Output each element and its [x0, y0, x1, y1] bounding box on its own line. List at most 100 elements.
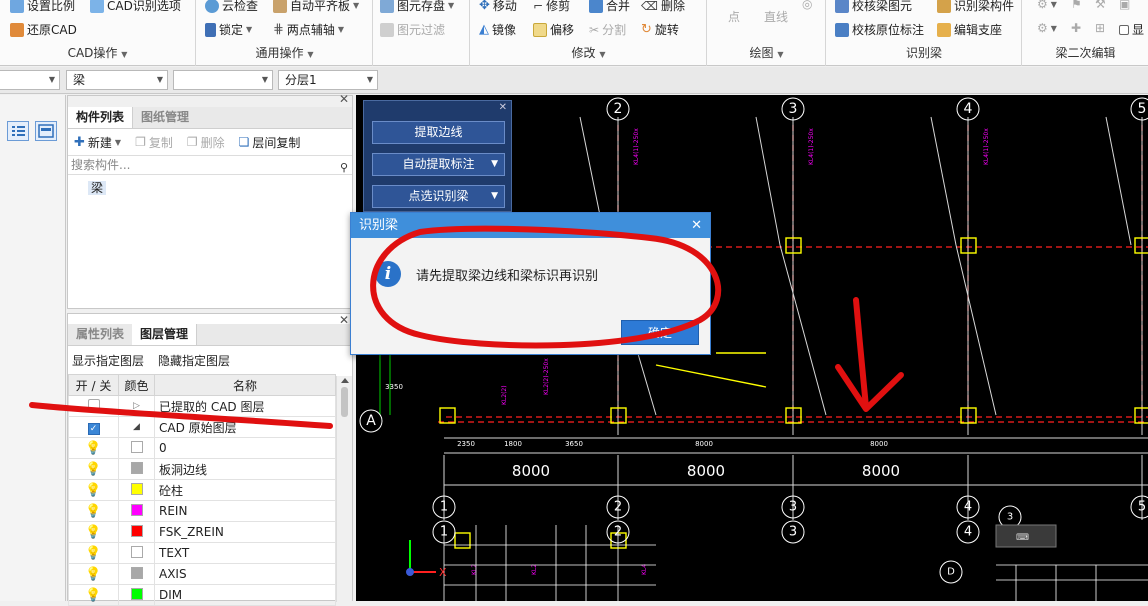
line-button[interactable]: 直线 — [764, 8, 788, 25]
close-icon[interactable]: ✕ — [339, 313, 349, 327]
copy-component-button[interactable]: ❐ 复制 — [135, 134, 173, 151]
layer-row[interactable]: 💡 DIM — [68, 584, 336, 606]
mirror-button[interactable]: ◭ 镜像 — [479, 21, 516, 38]
component-name-combo[interactable]: ▼ — [173, 70, 273, 90]
group-title-draw[interactable]: 绘图 ▼ — [708, 44, 825, 61]
collapse-icon[interactable]: ◢ — [118, 416, 155, 438]
edit-support-button[interactable]: 编辑支座 — [937, 21, 1002, 38]
layer-color-swatch[interactable] — [130, 503, 143, 516]
floor-combo[interactable]: ▼ — [0, 70, 60, 90]
copy-between-floors-button[interactable]: ❏ 层间复制 — [239, 134, 301, 151]
layer-color-swatch[interactable] — [130, 566, 143, 579]
draw-extra-icon[interactable]: ◎ — [802, 0, 812, 11]
auto-level-slab-button[interactable]: 自动平齐板 ▼ — [273, 0, 359, 14]
lightbulb-icon[interactable]: 💡 — [85, 588, 101, 603]
close-icon[interactable]: ✕ — [339, 92, 349, 106]
lightbulb-icon[interactable]: 💡 — [85, 567, 101, 582]
layer-color-swatch[interactable] — [130, 482, 143, 495]
check-beam-element-button[interactable]: 校核梁图元 — [835, 0, 912, 14]
layer-row[interactable]: 💡 板洞边线 — [68, 458, 336, 480]
tab-properties[interactable]: 属性列表 — [68, 324, 132, 345]
two-point-axis-button[interactable]: ⋕ 两点辅轴 ▼ — [273, 21, 344, 38]
beam-tool-7-icon[interactable]: ⊞ — [1095, 21, 1105, 35]
group-title-general[interactable]: 通用操作 ▼ — [197, 44, 372, 61]
tab-component-list[interactable]: 构件列表 — [68, 107, 134, 128]
beam-tool-6-icon[interactable]: ✚ — [1071, 21, 1081, 35]
lightbulb-icon[interactable]: 💡 — [85, 504, 101, 519]
rotate-button[interactable]: ↻ 旋转 — [641, 21, 679, 38]
chevron-down-icon[interactable]: ▼ — [115, 138, 121, 147]
delete-component-button[interactable]: ❐ 删除 — [187, 134, 225, 151]
tab-layer-management[interactable]: 图层管理 — [132, 324, 198, 345]
chevron-down-icon[interactable]: ▼ — [246, 25, 252, 34]
ok-button[interactable]: 确定 — [621, 320, 699, 345]
element-save-button[interactable]: 图元存盘 ▼ — [380, 0, 454, 14]
layer-group-row[interactable]: ▷ 已提取的 CAD 图层 — [68, 395, 336, 417]
layer-row[interactable]: 💡 TEXT — [68, 542, 336, 564]
tab-drawing-management[interactable]: 图纸管理 — [133, 107, 197, 128]
lightbulb-icon[interactable]: 💡 — [85, 546, 101, 561]
beam-tool-4-icon[interactable]: ▣ — [1119, 0, 1130, 11]
identify-beam-component-button[interactable]: 识别梁构件 — [937, 0, 1014, 14]
layer-color-swatch[interactable] — [130, 545, 143, 558]
checkbox-checked-icon[interactable]: ✓ — [87, 422, 100, 435]
split-button[interactable]: ✂ 分割 — [589, 21, 626, 38]
layer-row[interactable]: 💡 0 — [68, 437, 336, 459]
layer-combo[interactable]: 分层1 ▼ — [278, 70, 378, 90]
chevron-down-icon[interactable]: ▼ — [491, 186, 498, 207]
check-original-label-button[interactable]: 校核原位标注 — [835, 21, 924, 38]
lock-button[interactable]: 锁定 ▼ — [205, 21, 252, 38]
show-button[interactable]: 显 — [1119, 21, 1144, 38]
hide-layer-button[interactable]: 隐藏指定图层 — [158, 352, 230, 369]
expand-icon[interactable]: ▷ — [118, 395, 155, 417]
lightbulb-icon[interactable]: 💡 — [85, 483, 101, 498]
group-title-cad[interactable]: CAD操作 ▼ — [0, 44, 195, 61]
set-scale-button[interactable]: 设置比例 — [10, 0, 75, 14]
layer-scrollbar[interactable] — [336, 376, 352, 602]
cloud-check-button[interactable]: 云检查 — [205, 0, 258, 14]
lightbulb-icon[interactable]: 💡 — [85, 441, 101, 456]
close-icon[interactable]: ✕ — [691, 213, 702, 238]
element-filter-button[interactable]: 图元过滤 — [380, 21, 445, 38]
lightbulb-icon[interactable]: 💡 — [85, 462, 101, 477]
close-icon[interactable]: ✕ — [499, 102, 507, 113]
beam-tool-5-icon[interactable]: ⚙ ▼ — [1037, 21, 1057, 35]
chevron-down-icon[interactable]: ▼ — [338, 25, 344, 34]
cad-identify-options-button[interactable]: CAD识别选项 — [90, 0, 181, 14]
move-button[interactable]: ✥ 移动 — [479, 0, 517, 14]
search-icon[interactable]: ⚲ — [340, 158, 348, 177]
merge-button[interactable]: 合并 — [589, 0, 630, 14]
layer-group-checkbox[interactable] — [87, 398, 100, 411]
chevron-down-icon[interactable]: ▼ — [353, 1, 359, 10]
layer-color-swatch[interactable] — [130, 440, 143, 453]
delete-button[interactable]: ⌫ 删除 — [641, 0, 685, 14]
point-button[interactable]: 点 — [728, 8, 740, 25]
beam-tool-3-icon[interactable]: ⚒ — [1095, 0, 1106, 11]
extract-edge-button[interactable]: 提取边线 — [372, 121, 505, 144]
offset-button[interactable]: 偏移 — [533, 21, 574, 38]
layer-color-swatch[interactable] — [130, 587, 143, 600]
group-title-modify[interactable]: 修改 ▼ — [471, 44, 706, 61]
layer-row[interactable]: 💡 REIN — [68, 500, 336, 522]
list-view-icon[interactable] — [7, 121, 29, 141]
layer-group-row[interactable]: ✓ ◢ CAD 原始图层 — [68, 416, 336, 438]
trim-button[interactable]: ⌐ 修剪 — [533, 0, 570, 14]
new-component-button[interactable]: ✚ 新建 ▼ — [74, 134, 121, 151]
layer-row[interactable]: 💡 FSK_ZREIN — [68, 521, 336, 543]
beam-tool-1-icon[interactable]: ⚙ ▼ — [1037, 0, 1057, 11]
layer-row[interactable]: 💡 AXIS — [68, 563, 336, 585]
point-identify-beam-button[interactable]: 点选识别梁 ▼ — [372, 185, 505, 208]
lightbulb-icon[interactable]: 💡 — [85, 525, 101, 540]
layer-color-swatch[interactable] — [130, 461, 143, 474]
auto-extract-label-button[interactable]: 自动提取标注 ▼ — [372, 153, 505, 176]
component-type-combo[interactable]: 梁 ▼ — [66, 70, 168, 90]
chevron-down-icon[interactable]: ▼ — [491, 154, 498, 175]
restore-cad-button[interactable]: 还原CAD — [10, 21, 77, 38]
show-layer-button[interactable]: 显示指定图层 — [72, 352, 144, 369]
chevron-down-icon[interactable]: ▼ — [448, 1, 454, 10]
layer-row[interactable]: 💡 砼柱 — [68, 479, 336, 501]
component-search-input[interactable]: 搜索构件... ⚲ — [68, 155, 352, 175]
beam-tool-2-icon[interactable]: ⚑ — [1071, 0, 1082, 11]
layer-color-swatch[interactable] — [130, 524, 143, 537]
grid-view-icon[interactable] — [35, 121, 57, 141]
